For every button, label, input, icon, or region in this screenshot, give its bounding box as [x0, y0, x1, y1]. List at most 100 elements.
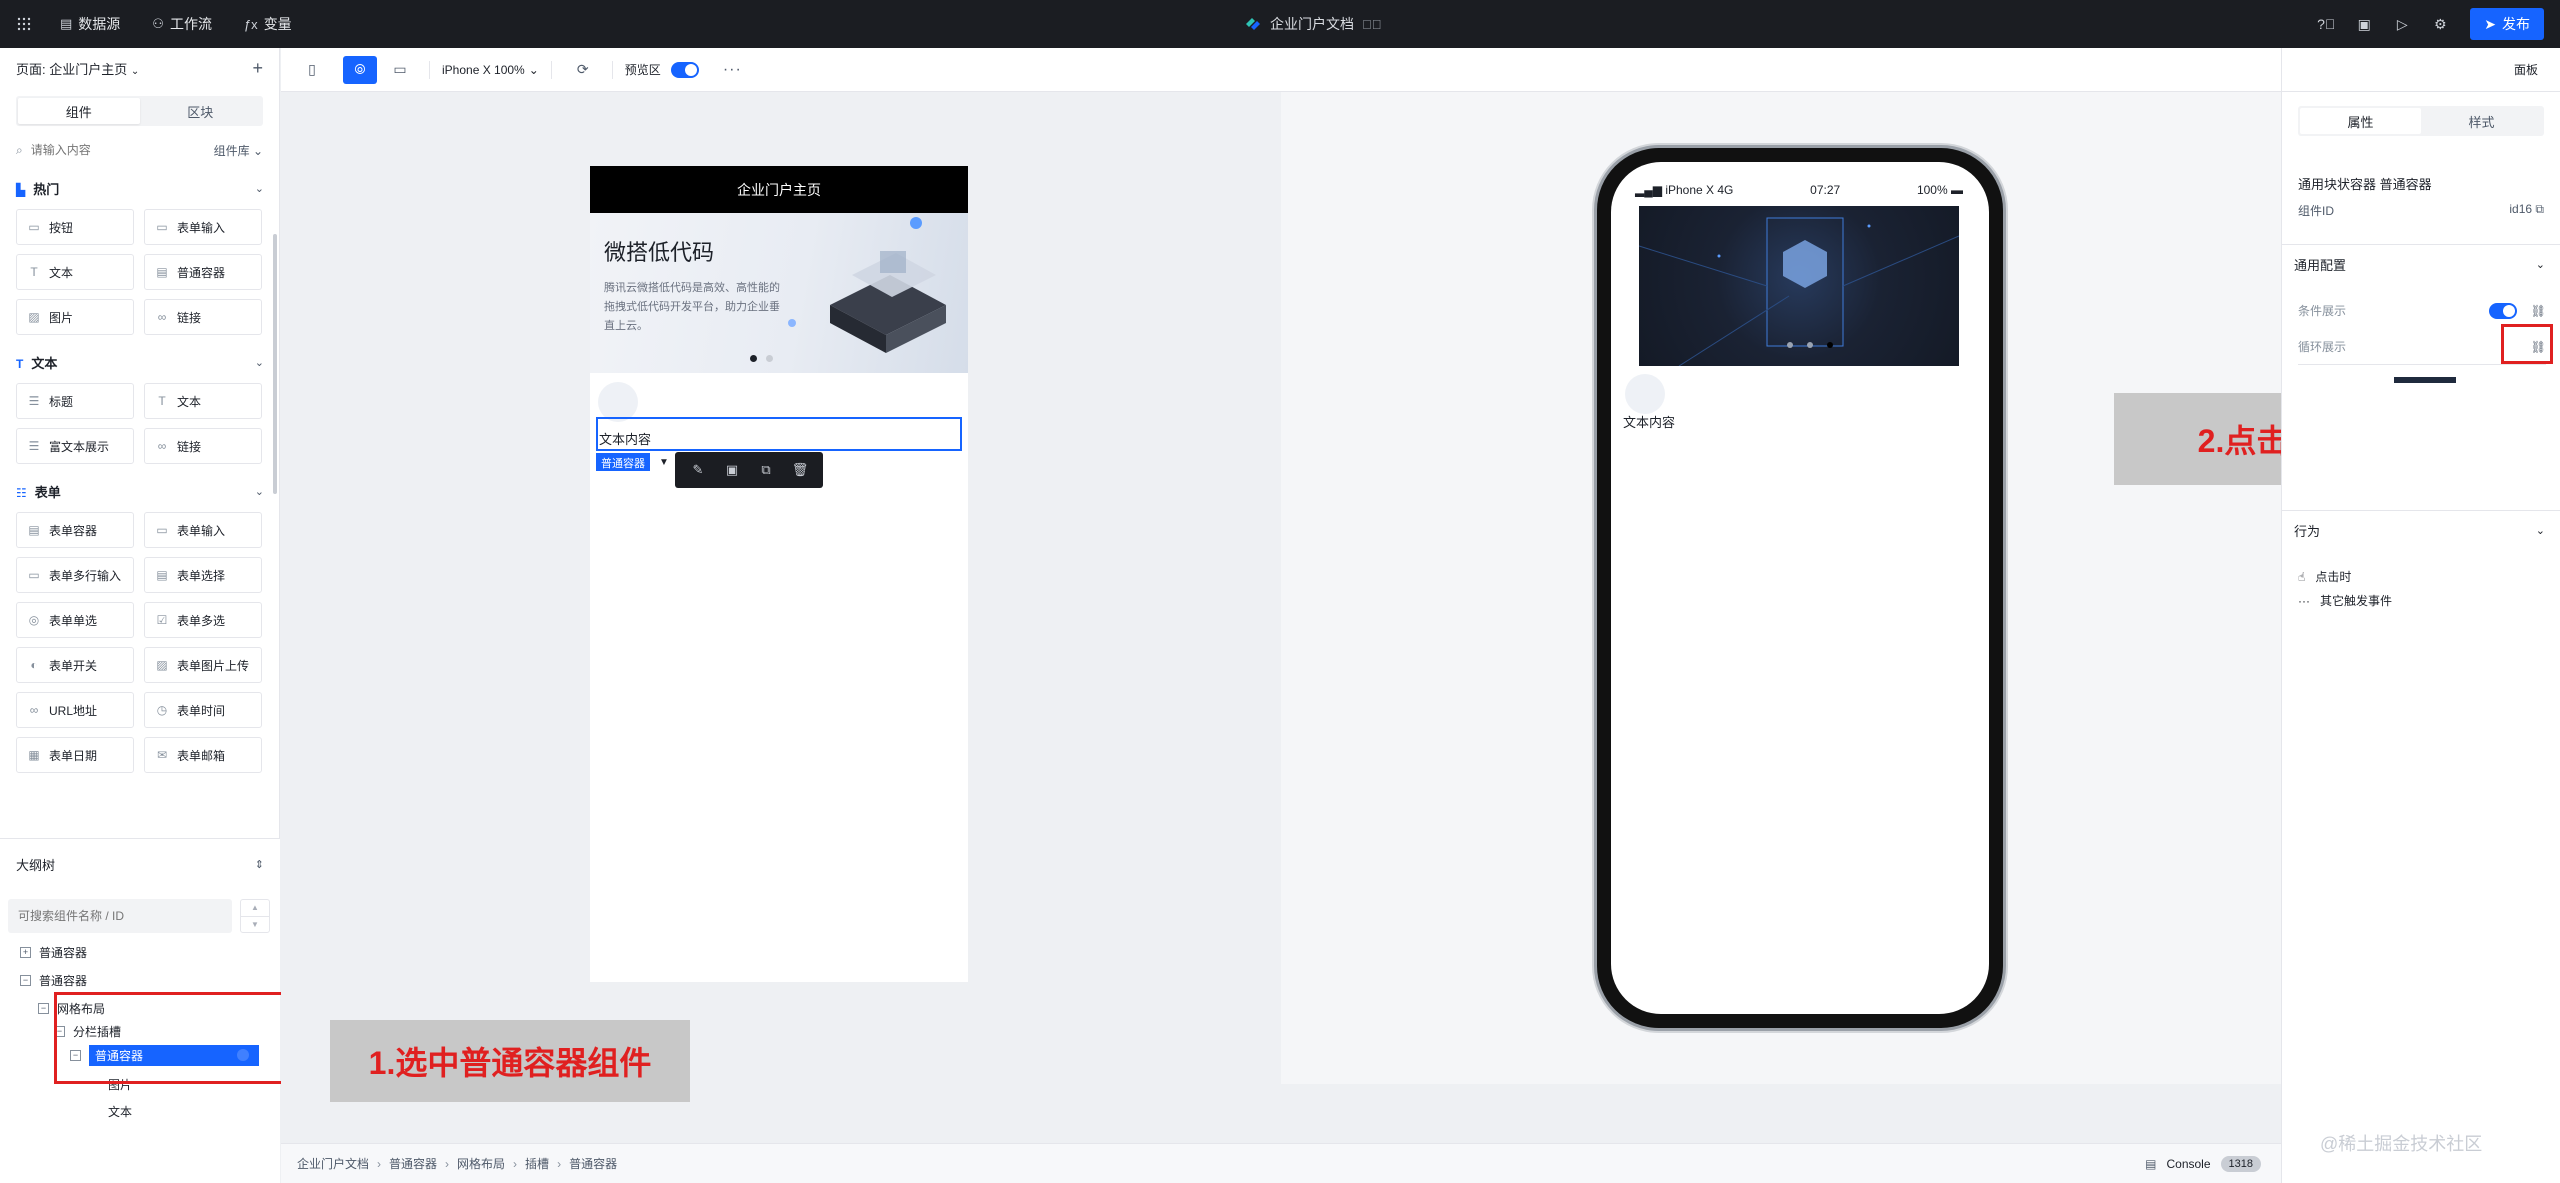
- comp-form-select[interactable]: ▤ 表单选择: [144, 557, 262, 593]
- banner-swiper[interactable]: 微搭低代码 腾讯云微搭低代码是高效、高性能的拖拽式低代码开发平台，助力企业垂直上…: [590, 213, 968, 373]
- more-icon: ···: [2298, 593, 2310, 608]
- watermark: @稀土掘金技术社区: [2320, 1134, 2483, 1154]
- collapse-icon: −: [38, 1002, 49, 1014]
- comp-container[interactable]: ▤ 普通容器: [144, 254, 262, 290]
- outline-search-input[interactable]: [18, 909, 222, 923]
- category-hot[interactable]: ▙ 热门 ⌄: [0, 171, 280, 205]
- condition-switch[interactable]: [2488, 302, 2517, 319]
- clock-icon: ◷: [156, 703, 168, 717]
- edit-pencil-icon[interactable]: ✎: [688, 460, 708, 480]
- comp-form-input[interactable]: ▭ 表单输入: [144, 209, 262, 245]
- nav-workflow[interactable]: ⚇ 工作流: [140, 0, 224, 48]
- event-other[interactable]: ··· 其它触发事件: [2298, 592, 2392, 609]
- loop-preview-thumbnail: [2298, 364, 2546, 440]
- preview-switch[interactable]: [670, 61, 699, 78]
- comp-image[interactable]: ▨ 图片: [16, 299, 134, 335]
- breadcrumb-item[interactable]: 网格布局: [457, 1155, 505, 1172]
- component-search-input[interactable]: [30, 143, 206, 157]
- comp-form-input-2[interactable]: ▭ 表单输入: [144, 512, 262, 548]
- mobile-device-button[interactable]: ▯: [295, 56, 329, 84]
- publish-button[interactable]: ➤ 发布: [2470, 8, 2544, 40]
- nav-variables[interactable]: ƒx 变量: [232, 0, 304, 48]
- tree-node[interactable]: 文本: [108, 1098, 132, 1124]
- comp-richtext[interactable]: ☰ 富文本展示: [16, 428, 134, 464]
- selected-component-tag[interactable]: 普通容器: [596, 453, 650, 471]
- tab-styles[interactable]: 样式: [2421, 108, 2542, 134]
- console-toggle[interactable]: ▤ Console 1318: [2145, 1144, 2261, 1183]
- settings-gear-icon[interactable]: ⚙: [2432, 16, 2448, 32]
- category-form[interactable]: ☷ 表单 ⌄: [0, 474, 280, 508]
- function-icon: ƒx: [243, 16, 258, 32]
- comp-button[interactable]: ▭ 按钮: [16, 209, 134, 245]
- form-icon: ▤: [28, 523, 40, 537]
- desktop-device-button[interactable]: ▭: [383, 56, 417, 84]
- comp-link-2[interactable]: ∞ 链接: [144, 428, 262, 464]
- tree-node[interactable]: + 普通容器: [20, 939, 87, 965]
- event-on-click[interactable]: ☝ 点击时: [2298, 568, 2351, 585]
- component-list-scrollbar[interactable]: [273, 234, 277, 494]
- comp-form-date[interactable]: ▦ 表单日期: [16, 737, 134, 773]
- save-template-icon[interactable]: ▣: [722, 460, 742, 480]
- comp-form-email[interactable]: ✉ 表单邮箱: [144, 737, 262, 773]
- comp-text-2[interactable]: T 文本: [144, 383, 262, 419]
- expand-collapse-icon[interactable]: ⇕: [255, 858, 264, 871]
- apps-grid-icon[interactable]: [0, 0, 48, 48]
- tree-node[interactable]: − 普通容器: [20, 967, 87, 993]
- right-tabs: 属性 样式: [2298, 106, 2544, 136]
- nav-datasource[interactable]: ▤ 数据源: [48, 0, 132, 48]
- section-general-config[interactable]: 通用配置 ⌄: [2282, 244, 2560, 284]
- add-page-icon[interactable]: +: [252, 58, 263, 79]
- chevron-down-icon: ⌄: [2535, 525, 2545, 537]
- comp-url[interactable]: ∞ URL地址: [16, 692, 134, 728]
- design-page[interactable]: 企业门户主页 微搭低代码 腾讯云微搭低代码是高效、高性能的拖拽式低代码开发平台，…: [590, 166, 968, 982]
- chevron-down-icon[interactable]: ▼: [656, 453, 672, 471]
- tab-components[interactable]: 组件: [18, 98, 140, 124]
- copy-icon[interactable]: ⧉: [756, 460, 776, 480]
- preview-play-icon[interactable]: ▷: [2394, 16, 2410, 32]
- tab-blocks[interactable]: 区块: [140, 98, 262, 124]
- device-zoom-select[interactable]: iPhone X 100% ⌄: [442, 63, 539, 77]
- button-icon: ▭: [28, 220, 40, 234]
- comp-form-upload[interactable]: ▨ 表单图片上传: [144, 647, 262, 683]
- refresh-button[interactable]: ⟳: [566, 56, 600, 84]
- comp-link[interactable]: ∞ 链接: [144, 299, 262, 335]
- comp-form-container[interactable]: ▤ 表单容器: [16, 512, 134, 548]
- copy-icon[interactable]: ⧉: [2535, 202, 2544, 216]
- page-selector[interactable]: 页面: 企业门户主页 ⌄ +: [0, 48, 279, 88]
- breadcrumb-item[interactable]: 普通容器: [569, 1155, 617, 1172]
- help-icon[interactable]: ?⃝: [2317, 16, 2335, 32]
- bind-link-icon[interactable]: ⛓: [2531, 304, 2546, 318]
- hot-category-icon: ▙: [16, 182, 26, 197]
- comp-form-textarea[interactable]: ▭ 表单多行输入: [16, 557, 134, 593]
- comp-text[interactable]: T 文本: [16, 254, 134, 290]
- save-icon[interactable]: ▣: [2356, 16, 2372, 32]
- comp-form-switch[interactable]: ◐ 表单开关: [16, 647, 134, 683]
- comp-heading[interactable]: ☰ 标题: [16, 383, 134, 419]
- selected-text-component[interactable]: 文本内容: [596, 417, 962, 451]
- switch-icon: ◐: [30, 658, 38, 672]
- breadcrumb-item[interactable]: 插槽: [525, 1155, 549, 1172]
- library-dropdown[interactable]: 组件库 ⌄: [214, 142, 263, 159]
- collapse-icon: −: [20, 974, 31, 986]
- comp-form-radio[interactable]: ◎ 表单单选: [16, 602, 134, 638]
- divider: [611, 60, 613, 79]
- more-icon[interactable]: ···: [723, 61, 742, 79]
- preview-toggle[interactable]: 预览区: [625, 61, 699, 78]
- banner-pagination[interactable]: [750, 355, 773, 362]
- outline-stepper[interactable]: ▲ ▼: [240, 899, 270, 933]
- breadcrumb-item[interactable]: 企业门户文档: [297, 1155, 369, 1172]
- section-behavior[interactable]: 行为 ⌄: [2282, 510, 2560, 550]
- outline-search: [8, 899, 232, 933]
- category-text[interactable]: T 文本 ⌄: [0, 345, 280, 379]
- panel-toggle[interactable]: 面板: [2281, 48, 2560, 92]
- comp-form-checkbox[interactable]: ☑ 表单多选: [144, 602, 262, 638]
- expand-icon: +: [20, 946, 31, 958]
- tab-properties[interactable]: 属性: [2300, 108, 2421, 134]
- top-bar: ▤ 数据源 ⚇ 工作流 ƒx 变量 企业门户文档 ✓⃝ ?⃝ ▣ ▷ ⚙ ➤ 发…: [0, 0, 2560, 48]
- annotation-step1: 1.选中普通容器组件: [330, 1020, 690, 1102]
- responsive-device-button[interactable]: ⦾: [343, 55, 377, 84]
- comp-form-time[interactable]: ◷ 表单时间: [144, 692, 262, 728]
- delete-trash-icon[interactable]: 🗑: [790, 460, 810, 480]
- breadcrumb-item[interactable]: 普通容器: [389, 1155, 437, 1172]
- preview-text: 文本内容: [1623, 415, 1676, 430]
